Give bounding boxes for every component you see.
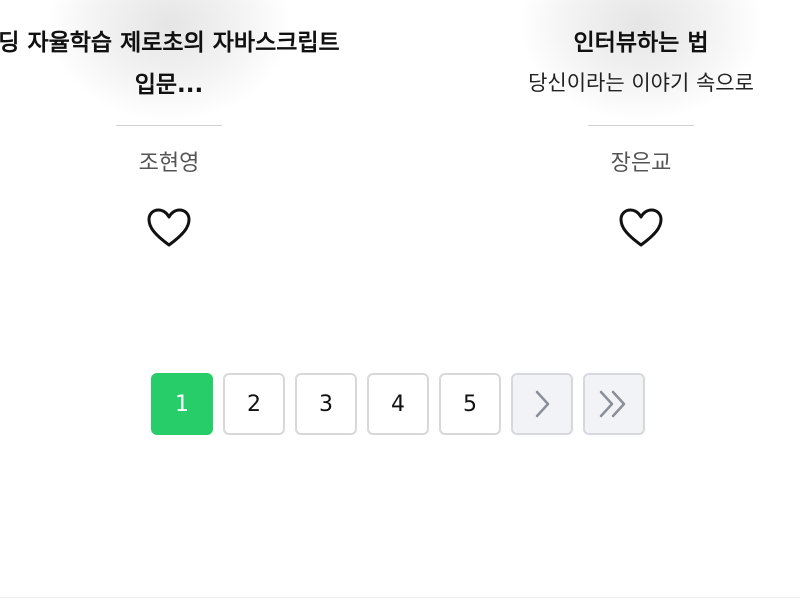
pagination: 1 2 3 4 5	[151, 373, 645, 437]
page: 딩 자율학습 제로초의 자바스크립트 입문... 조현영 인터뷰하는 법 당신이…	[0, 0, 800, 600]
book-cover-shadow	[521, 0, 761, 120]
divider	[588, 125, 694, 126]
chevron-right-icon	[535, 390, 550, 418]
book-cover-shadow	[49, 0, 289, 120]
double-chevron-right-icon	[599, 390, 626, 418]
book-title[interactable]: 인터뷰하는 법	[441, 28, 800, 58]
book-title[interactable]: 딩 자율학습 제로초의 자바스크립트	[0, 28, 369, 58]
book-title-continued[interactable]: 입문...	[0, 70, 369, 100]
heart-outline-icon	[147, 208, 191, 247]
book-author: 조현영	[138, 151, 200, 176]
book-card[interactable]: 인터뷰하는 법 당신이라는 이야기 속으로 장은교	[481, 0, 800, 270]
page-button-1[interactable]: 1	[151, 373, 213, 435]
page-button-2[interactable]: 2	[223, 373, 285, 435]
page-button-3[interactable]: 3	[295, 373, 357, 435]
divider	[116, 125, 222, 126]
book-subtitle: 당신이라는 이야기 속으로	[528, 71, 754, 95]
last-page-button[interactable]	[583, 373, 645, 435]
like-button[interactable]	[146, 206, 192, 250]
page-button-5[interactable]: 5	[439, 373, 501, 435]
next-page-button[interactable]	[511, 373, 573, 435]
like-button[interactable]	[618, 206, 664, 250]
divider	[0, 597, 800, 598]
book-card[interactable]: 딩 자율학습 제로초의 자바스크립트 입문... 조현영	[0, 0, 340, 270]
heart-outline-icon	[619, 208, 663, 247]
book-author: 장은교	[610, 151, 672, 176]
page-button-4[interactable]: 4	[367, 373, 429, 435]
